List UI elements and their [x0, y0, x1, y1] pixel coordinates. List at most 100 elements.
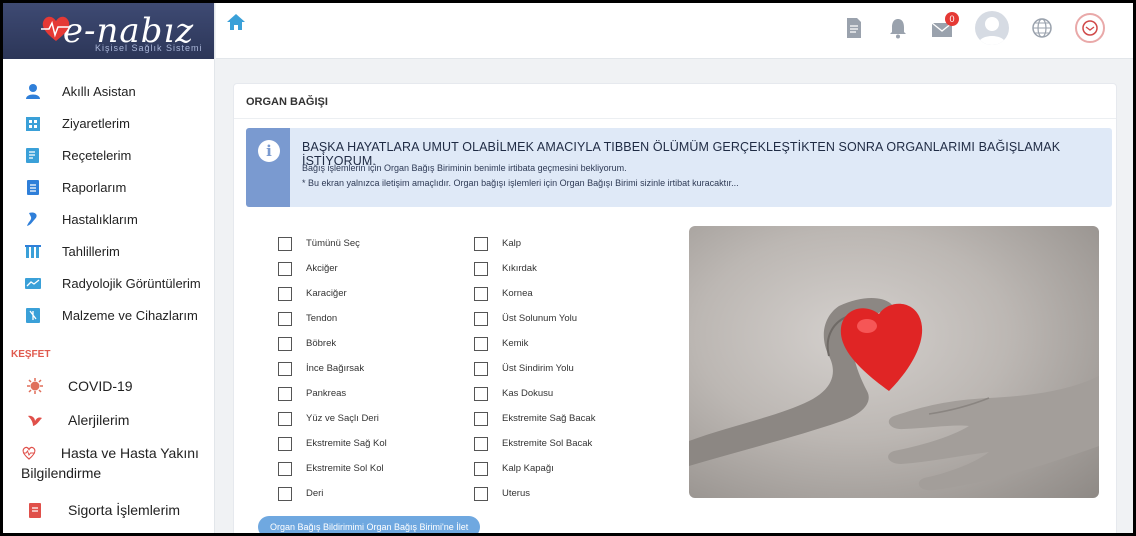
checkbox-ust-sindirim-yolu[interactable]: Üst Sindirim Yolu: [474, 356, 674, 381]
checkbox[interactable]: [278, 236, 292, 251]
sidebar-item-radyolojik[interactable]: Radyolojik Görüntülerim: [3, 267, 214, 299]
document-icon[interactable]: [843, 17, 865, 39]
ministry-logo[interactable]: [1075, 13, 1105, 43]
checkbox-label: Ekstremite Sol Bacak: [502, 438, 593, 449]
checkbox[interactable]: [278, 461, 292, 476]
bell-icon[interactable]: [887, 17, 909, 39]
sidebar-item-label: Sigorta İşlemlerim: [68, 502, 181, 518]
info-alert: i BAŞKA HAYATLARA UMUT OLABİLMEK AMACIYL…: [246, 128, 1112, 207]
checkbox[interactable]: [278, 261, 292, 276]
sidebar-item-label: Malzeme ve Cihazlarım: [62, 307, 198, 323]
checkbox[interactable]: [474, 336, 488, 351]
checkbox[interactable]: [474, 436, 488, 451]
checkbox-bobrek[interactable]: Böbrek: [278, 331, 478, 356]
sidebar-item-hastaliklarim[interactable]: Hastalıklarım: [3, 203, 214, 235]
user-icon: [978, 17, 1006, 45]
checkbox-kas-dokusu[interactable]: Kas Dokusu: [474, 381, 674, 406]
checkbox-sol-kol[interactable]: Ekstremite Sol Kol: [278, 456, 478, 481]
checkbox[interactable]: [278, 436, 292, 451]
checkbox[interactable]: [474, 361, 488, 376]
top-bar: 0: [216, 3, 1133, 59]
checkbox-tumunu-sec[interactable]: Tümünü Seç: [278, 231, 478, 256]
checkbox[interactable]: [474, 386, 488, 401]
checkbox[interactable]: [474, 486, 488, 501]
checkbox-tendon[interactable]: Tendon: [278, 306, 478, 331]
checkbox[interactable]: [474, 236, 488, 251]
checkbox-label: Yüz ve Saçlı Deri: [306, 413, 379, 424]
sidebar-item-label: COVID-19: [68, 378, 133, 394]
checkbox[interactable]: [278, 486, 292, 501]
checkbox-sag-kol[interactable]: Ekstremite Sağ Kol: [278, 431, 478, 456]
section-title-kesfet: KEŞFET: [11, 349, 51, 360]
checkbox-label: Kas Dokusu: [502, 388, 554, 399]
checkbox-label: Deri: [306, 488, 324, 499]
sidebar-item-tahlillerim[interactable]: Tahlillerim: [3, 235, 214, 267]
info-text: Bağış işlemlerin için Organ Bağış Birimi…: [302, 163, 627, 173]
checkbox-yuz-sacli-deri[interactable]: Yüz ve Saçlı Deri: [278, 406, 478, 431]
checkbox-label: Pankreas: [306, 388, 347, 399]
checkbox-kornea[interactable]: Kornea: [474, 281, 674, 306]
checkbox[interactable]: [278, 386, 292, 401]
checkbox-label: Üst Sindirim Yolu: [502, 363, 574, 374]
sidebar-item-label: Tahlillerim: [62, 243, 120, 259]
checkbox-kalp-kapagi[interactable]: Kalp Kapağı: [474, 456, 674, 481]
organ-donation-image: [689, 226, 1099, 498]
checkbox-label: Üst Solunum Yolu: [502, 313, 577, 324]
checkbox[interactable]: [278, 311, 292, 326]
checkbox-ust-solunum-yolu[interactable]: Üst Solunum Yolu: [474, 306, 674, 331]
top-icons: 0: [843, 11, 1105, 45]
sidebar-item-hasta-bilgilendirme[interactable]: Hasta ve Hasta Yakını Bilgilendirme: [3, 437, 214, 489]
sidebar-item-raporlarim[interactable]: Raporlarım: [3, 171, 214, 203]
sidebar-item-recetelerim[interactable]: Reçetelerim: [3, 139, 214, 171]
checkbox-karaciger[interactable]: Karaciğer: [278, 281, 478, 306]
sidebar-item-akilli-asistan[interactable]: Akıllı Asistan: [3, 75, 214, 107]
virus-icon: [27, 378, 43, 394]
checkbox[interactable]: [474, 311, 488, 326]
checkbox-sol-bacak[interactable]: Ekstremite Sol Bacak: [474, 431, 674, 456]
sidebar-item-alerjilerim[interactable]: Alerjilerim: [3, 403, 214, 437]
checkbox[interactable]: [474, 461, 488, 476]
checkbox-deri[interactable]: Deri: [278, 481, 478, 506]
checkbox-label: Tendon: [306, 313, 338, 324]
sidebar-item-ziyaretlerim[interactable]: Ziyaretlerim: [3, 107, 214, 139]
checkbox[interactable]: [474, 261, 488, 276]
checkbox-sag-bacak[interactable]: Ekstremite Sağ Bacak: [474, 406, 674, 431]
checkbox-kalp[interactable]: Kalp: [474, 231, 674, 256]
checkbox-label: Uterus: [502, 488, 530, 499]
checkbox[interactable]: [278, 361, 292, 376]
checkbox-label: Kıkırdak: [502, 263, 537, 274]
checkbox[interactable]: [474, 411, 488, 426]
checkbox-uterus[interactable]: Uterus: [474, 481, 674, 506]
checkbox[interactable]: [278, 336, 292, 351]
sidebar-item-label: Hasta ve Hasta Yakını Bilgilendirme: [21, 445, 199, 481]
sidebar-item-covid[interactable]: COVID-19: [3, 369, 214, 403]
home-icon[interactable]: [226, 13, 246, 31]
disease-icon: [27, 212, 37, 226]
sidebar-item-sigorta[interactable]: Sigorta İşlemlerim: [3, 493, 214, 527]
sidebar-item-malzeme[interactable]: Malzeme ve Cihazlarım: [3, 299, 214, 331]
sidebar-item-label: Hastalıklarım: [62, 211, 138, 227]
checkbox[interactable]: [474, 286, 488, 301]
checkbox-label: Karaciğer: [306, 288, 347, 299]
report-icon: [27, 180, 39, 195]
checkbox-ince-bagirsak[interactable]: İnce Bağırsak: [278, 356, 478, 381]
info-icon: i: [258, 140, 280, 162]
checkbox-kikirdak[interactable]: Kıkırdak: [474, 256, 674, 281]
sidebar-nav: Akıllı Asistan Ziyaretlerim Reçetelerim …: [3, 75, 214, 331]
checkbox-kemik[interactable]: Kemik: [474, 331, 674, 356]
avatar[interactable]: [975, 11, 1009, 45]
heart-outline-icon: [22, 446, 36, 460]
logo[interactable]: e-nabız Kişisel Sağlık Sistemi: [3, 3, 214, 59]
mail-button[interactable]: 0: [931, 12, 959, 39]
checkbox-label: Böbrek: [306, 338, 337, 349]
globe-icon[interactable]: [1031, 17, 1053, 39]
checkbox-pankreas[interactable]: Pankreas: [278, 381, 478, 406]
logo-subtitle: Kişisel Sağlık Sistemi: [95, 43, 203, 53]
checkbox-akciger[interactable]: Akciğer: [278, 256, 478, 281]
checkbox-label: Ekstremite Sağ Kol: [306, 438, 387, 449]
checkbox[interactable]: [278, 411, 292, 426]
submit-donation-button[interactable]: Organ Bağış Bildirimimi Organ Bağış Biri…: [258, 516, 481, 533]
checkbox[interactable]: [278, 286, 292, 301]
checkbox-label: Kalp: [502, 238, 522, 249]
page-title: ORGAN BAĞIŞI: [246, 96, 328, 108]
